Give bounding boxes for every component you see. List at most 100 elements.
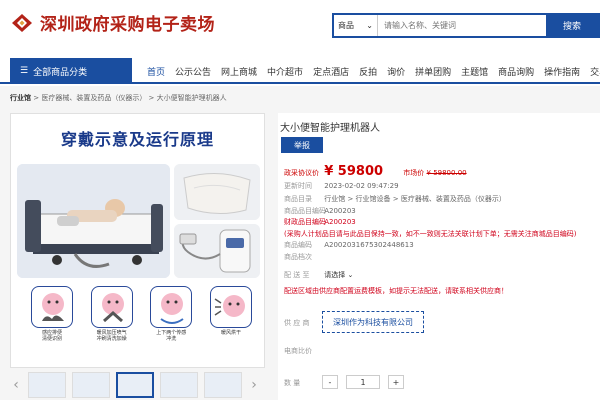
breadcrumb-path: > 医疗器械、装置及药品（仪器示） > 大小便智能护理机器人	[31, 94, 227, 102]
delivery-select[interactable]: 请选择 ⌄	[324, 271, 353, 279]
feature-caption: 上下两个传感 冲洗	[156, 330, 187, 342]
thumbnail-strip: ‹ ›	[10, 370, 265, 400]
logo-text: 深圳政府采购电子卖场	[40, 15, 215, 35]
spray-icon	[90, 286, 133, 328]
report-button[interactable]: 举报	[281, 137, 323, 153]
market-price-label: 市场价	[403, 169, 425, 177]
market-price-value: ¥ 59800.00	[426, 169, 467, 177]
search-button[interactable]: 搜索	[546, 15, 598, 36]
fin-code-label: 财政品目编码	[284, 218, 326, 226]
search-input[interactable]	[378, 15, 546, 36]
bed-illustration	[17, 164, 170, 278]
qty-input[interactable]: 1	[346, 375, 380, 389]
supplier-row: 供 应 商	[284, 318, 322, 328]
compare-row: 电商比价	[284, 346, 322, 356]
nav-reverse-auction[interactable]: 反拍	[354, 65, 382, 78]
nav-trade[interactable]: 交易	[585, 65, 600, 78]
pad-illustration	[174, 164, 260, 220]
machine-illustration	[174, 224, 260, 278]
nav-group-buy[interactable]: 拼单团购	[410, 65, 456, 78]
dryer-icon	[209, 286, 252, 328]
nav-agency-market[interactable]: 中介超市	[262, 65, 308, 78]
nav-theme-hall[interactable]: 主题馆	[456, 65, 493, 78]
product-gallery: 穿戴示意及运行原理 感应排便 清便识别 暖风加压喷气 冲刷清洗加燥 上下两个传感…	[10, 113, 265, 368]
nav-announcements[interactable]: 公示公告	[170, 65, 216, 78]
chevron-down-icon: ⌄	[366, 21, 373, 30]
breadcrumb: 行业馆 > 医疗器械、装置及药品（仪器示） > 大小便智能护理机器人	[10, 93, 227, 103]
delivery-row: 配 送 至 请选择 ⌄	[284, 270, 353, 280]
feature-card: 暖风加压喷气 冲刷清洗加燥	[89, 286, 135, 342]
product-info-panel	[278, 113, 600, 400]
archive-row: 商品档次	[284, 252, 322, 262]
delivery-select-label: 请选择	[324, 271, 346, 279]
code-warning: (采购人计划品目请与此品目保持一致，如不一致则无法关联计划下单；无需关注商城品目…	[284, 230, 577, 238]
feature-icons: 感应排便 清便识别 暖风加压喷气 冲刷清洗加燥 上下两个传感 冲洗 暖风烘干	[29, 286, 254, 342]
item-code-value: A200203	[324, 207, 356, 215]
feature-caption: 感应排便 清便识别	[41, 330, 62, 342]
nav-guide[interactable]: 操作指南	[539, 65, 585, 78]
updated-label: 更新时间	[284, 182, 312, 190]
search-category-select[interactable]: 商品 ⌄	[334, 15, 378, 36]
breadcrumb-root[interactable]: 行业馆	[10, 94, 31, 102]
category-value: 行业馆 > 行业馆设备 > 医疗器械、装置及药品（仪器示）	[324, 195, 506, 203]
chevron-right-icon[interactable]: ›	[248, 377, 260, 393]
goods-code-value: A2002031675302448613	[324, 241, 414, 249]
main-nav: ☰ 全部商品分类 首页 公示公告 网上商城 中介超市 定点酒店 反拍 询价 拼单…	[0, 58, 600, 84]
nav-home[interactable]: 首页	[142, 65, 170, 78]
price-label: 政采协议价	[284, 169, 319, 177]
all-categories-label: 全部商品分类	[33, 67, 88, 78]
qty-plus-button[interactable]: +	[388, 375, 404, 389]
chevron-down-icon: ⌄	[347, 271, 354, 279]
fin-code-row: 财政品目编码 A200203	[284, 217, 356, 227]
menu-icon: ☰	[20, 66, 29, 76]
feature-caption: 暖风加压喷气 冲刷清洗加燥	[96, 330, 127, 342]
search-bar: 商品 ⌄ 搜索	[332, 13, 600, 38]
machine-photo	[174, 224, 260, 278]
rinse-icon	[150, 286, 193, 328]
chevron-left-icon[interactable]: ‹	[10, 377, 22, 393]
price-row: 政采协议价 ¥ 59800 市场价 ¥ 59800.00	[284, 164, 467, 179]
qty-label: 数 量	[284, 379, 301, 387]
logo-icon	[12, 13, 32, 32]
quantity-stepper: - 1 +	[322, 375, 404, 389]
product-title: 大小便智能护理机器人	[280, 123, 380, 134]
item-code-row: 商品品目编码 A200203	[284, 206, 356, 216]
delivery-warning: 配送区域由供应商配置运费模板，如提示无法配送，请联系相关供应商！	[284, 287, 508, 295]
category-label: 商品目录	[284, 195, 312, 203]
all-categories-button[interactable]: ☰ 全部商品分类	[10, 58, 132, 84]
price-value: ¥ 59800	[324, 164, 384, 179]
supplier-link[interactable]: 深圳作为科技有限公司	[322, 311, 424, 333]
compare-label: 电商比价	[284, 347, 312, 355]
pad-photo	[174, 164, 260, 220]
nav-links: 首页 公示公告 网上商城 中介超市 定点酒店 反拍 询价 拼单团购 主题馆 商品…	[142, 58, 600, 84]
delivery-label: 配 送 至	[284, 271, 310, 279]
nav-product-inquiry[interactable]: 商品询购	[493, 65, 539, 78]
sensor-icon	[31, 286, 73, 328]
nav-online-mall[interactable]: 网上商城	[216, 65, 262, 78]
feature-caption: 暖风烘干	[220, 330, 241, 336]
feature-card: 上下两个传感 冲洗	[148, 286, 194, 342]
fin-code-value: A200203	[324, 218, 356, 226]
thumbnail-selected[interactable]	[116, 372, 154, 398]
nav-hotels[interactable]: 定点酒店	[308, 65, 354, 78]
qty-minus-button[interactable]: -	[322, 375, 338, 389]
updated-row: 更新时间 2023-02-02 09:47:29	[284, 181, 399, 191]
thumbnail[interactable]	[160, 372, 198, 398]
thumbnail[interactable]	[72, 372, 110, 398]
thumbnail[interactable]	[204, 372, 242, 398]
nav-inquiry[interactable]: 询价	[382, 65, 410, 78]
supplier-label: 供 应 商	[284, 319, 310, 327]
top-header: 深圳政府采购电子卖场 商品 ⌄ 搜索	[0, 0, 600, 50]
site-logo[interactable]: 深圳政府采购电子卖场	[10, 10, 215, 35]
updated-value: 2023-02-02 09:47:29	[324, 182, 399, 190]
poster-title: 穿戴示意及运行原理	[60, 130, 214, 149]
item-code-label: 商品品目编码	[284, 207, 326, 215]
category-row: 商品目录 行业馆 > 行业馆设备 > 医疗器械、装置及药品（仪器示）	[284, 194, 506, 204]
bed-photo	[17, 164, 170, 278]
goods-code-row: 商品编码 A2002031675302448613	[284, 240, 414, 250]
thumbnail[interactable]	[28, 372, 66, 398]
archive-label: 商品档次	[284, 253, 312, 261]
feature-card: 暖风烘干	[208, 286, 254, 342]
feature-card: 感应排便 清便识别	[29, 286, 75, 342]
search-category-label: 商品	[338, 21, 354, 30]
